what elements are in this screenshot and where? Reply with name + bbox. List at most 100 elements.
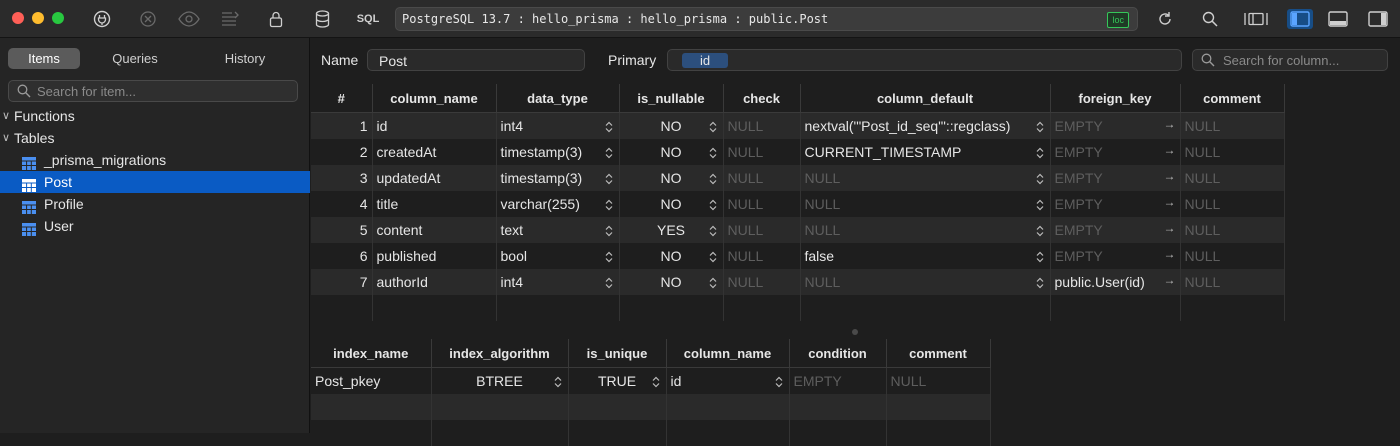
index-algorithm-cell[interactable]: BTREE xyxy=(431,367,569,394)
header-comment[interactable]: comment xyxy=(1180,84,1285,113)
column-default-cell[interactable]: CURRENT_TIMESTAMP xyxy=(800,139,1051,165)
stepper-icon[interactable] xyxy=(605,250,613,266)
comment-cell[interactable]: NULL xyxy=(1180,269,1285,295)
arrow-right-icon[interactable]: → xyxy=(1164,273,1176,287)
comment-cell[interactable]: NULL xyxy=(1180,191,1285,217)
data-type-cell[interactable]: int4 xyxy=(496,269,620,295)
foreign-key-cell[interactable]: EMPTY → xyxy=(1050,165,1181,191)
is-nullable-cell[interactable]: NO xyxy=(619,139,724,165)
close-window-button[interactable] xyxy=(12,12,24,24)
header-index-name[interactable]: index_name xyxy=(311,339,432,368)
column-default-cell[interactable]: NULL xyxy=(800,217,1051,243)
stepper-icon[interactable] xyxy=(1036,146,1044,162)
stepper-icon[interactable] xyxy=(605,198,613,214)
stepper-icon[interactable] xyxy=(775,375,783,391)
lock-icon[interactable] xyxy=(268,9,284,29)
table-item-post[interactable]: Post xyxy=(0,171,310,193)
check-cell[interactable]: NULL xyxy=(723,243,801,269)
comment-cell[interactable]: NULL xyxy=(1180,139,1285,165)
connection-plug-icon[interactable] xyxy=(92,9,112,29)
stepper-icon[interactable] xyxy=(605,120,613,136)
foreign-key-cell[interactable]: public.User(id) → xyxy=(1050,269,1181,295)
primary-key-token[interactable]: id xyxy=(682,53,728,68)
header-foreign-key[interactable]: foreign_key xyxy=(1050,84,1181,113)
column-name-cell[interactable]: title xyxy=(372,191,497,217)
stepper-icon[interactable] xyxy=(709,224,717,240)
item-search-input[interactable]: Search for item... xyxy=(8,80,298,102)
header-column-default[interactable]: column_default xyxy=(800,84,1051,113)
chevron-down-icon[interactable]: ∨ xyxy=(2,127,10,149)
row-number[interactable]: 5 xyxy=(311,217,373,243)
stepper-icon[interactable] xyxy=(1036,198,1044,214)
search-icon[interactable] xyxy=(1201,9,1219,29)
arrow-right-icon[interactable]: → xyxy=(1164,143,1176,157)
tab-history[interactable]: History xyxy=(190,48,300,69)
chevron-right-icon[interactable]: ∨ xyxy=(2,105,10,127)
foreign-key-cell[interactable]: EMPTY → xyxy=(1050,243,1181,269)
header-index-comment[interactable]: comment xyxy=(886,339,991,368)
header-condition[interactable]: condition xyxy=(789,339,887,368)
stepper-icon[interactable] xyxy=(605,146,613,162)
tab-queries[interactable]: Queries xyxy=(80,48,190,69)
check-cell[interactable]: NULL xyxy=(723,165,801,191)
refresh-icon[interactable] xyxy=(1156,9,1174,29)
toggle-bottom-panel-icon[interactable] xyxy=(1325,9,1351,29)
stepper-icon[interactable] xyxy=(1036,224,1044,240)
table-item-prisma-migrations[interactable]: _prisma_migrations xyxy=(0,149,310,171)
column-name-cell[interactable]: id xyxy=(372,112,497,139)
is-nullable-cell[interactable]: NO xyxy=(619,243,724,269)
tab-items[interactable]: Items xyxy=(8,48,80,69)
column-default-cell[interactable]: NULL xyxy=(800,191,1051,217)
tree-group-tables[interactable]: ∨ Tables xyxy=(0,127,310,149)
check-cell[interactable]: NULL xyxy=(723,139,801,165)
stepper-icon[interactable] xyxy=(1036,172,1044,188)
data-type-cell[interactable]: timestamp(3) xyxy=(496,165,620,191)
comment-cell[interactable]: NULL xyxy=(1180,165,1285,191)
column-row[interactable]: 7 authorId int4 NO NULL NULL public.User(id) → N… xyxy=(311,269,1285,295)
stepper-icon[interactable] xyxy=(1036,250,1044,266)
is-unique-cell[interactable]: TRUE xyxy=(568,367,667,394)
arrow-right-icon[interactable]: → xyxy=(1164,221,1176,235)
row-number[interactable]: 6 xyxy=(311,243,373,269)
stepper-icon[interactable] xyxy=(709,146,717,162)
index-name-cell[interactable]: Post_pkey xyxy=(311,367,432,394)
stepper-icon[interactable] xyxy=(554,375,562,391)
stepper-icon[interactable] xyxy=(709,276,717,292)
column-name-cell[interactable]: authorId xyxy=(372,269,497,295)
arrow-right-icon[interactable]: → xyxy=(1164,195,1176,209)
index-row[interactable]: Post_pkey BTREE TRUE id EMPTY NULL xyxy=(311,367,991,394)
arrow-right-icon[interactable]: → xyxy=(1164,117,1176,131)
arrow-right-icon[interactable]: → xyxy=(1164,247,1176,261)
database-icon[interactable] xyxy=(314,9,330,29)
check-cell[interactable]: NULL xyxy=(723,217,801,243)
index-comment-cell[interactable]: NULL xyxy=(886,367,991,394)
check-cell[interactable]: NULL xyxy=(723,191,801,217)
header-is-unique[interactable]: is_unique xyxy=(568,339,667,368)
check-cell[interactable]: NULL xyxy=(723,269,801,295)
data-type-cell[interactable]: text xyxy=(496,217,620,243)
foreign-key-cell[interactable]: EMPTY → xyxy=(1050,217,1181,243)
foreign-key-cell[interactable]: EMPTY → xyxy=(1050,139,1181,165)
column-row[interactable]: 1 id int4 NO NULL nextval('"Post_id_seq"'::re… xyxy=(311,112,1285,139)
column-name-cell[interactable]: content xyxy=(372,217,497,243)
row-number[interactable]: 7 xyxy=(311,269,373,295)
stepper-icon[interactable] xyxy=(605,172,613,188)
stepper-icon[interactable] xyxy=(1036,276,1044,292)
column-name-cell[interactable]: createdAt xyxy=(372,139,497,165)
column-default-cell[interactable]: false xyxy=(800,243,1051,269)
toggle-left-sidebar-icon[interactable] xyxy=(1287,9,1313,29)
comment-cell[interactable]: NULL xyxy=(1180,112,1285,139)
header-is-nullable[interactable]: is_nullable xyxy=(619,84,724,113)
is-nullable-cell[interactable]: NO xyxy=(619,165,724,191)
condition-cell[interactable]: EMPTY xyxy=(789,367,887,394)
column-name-cell[interactable]: updatedAt xyxy=(372,165,497,191)
sql-editor-button[interactable]: SQL xyxy=(356,9,380,29)
table-name-field[interactable]: Post xyxy=(367,49,585,71)
check-cell[interactable]: NULL xyxy=(723,112,801,139)
data-type-cell[interactable]: bool xyxy=(496,243,620,269)
panel-resize-handle[interactable] xyxy=(852,329,858,335)
minimize-window-button[interactable] xyxy=(32,12,44,24)
column-name-cell[interactable]: published xyxy=(372,243,497,269)
row-number[interactable]: 2 xyxy=(311,139,373,165)
toggle-split-icon[interactable] xyxy=(1243,9,1269,29)
